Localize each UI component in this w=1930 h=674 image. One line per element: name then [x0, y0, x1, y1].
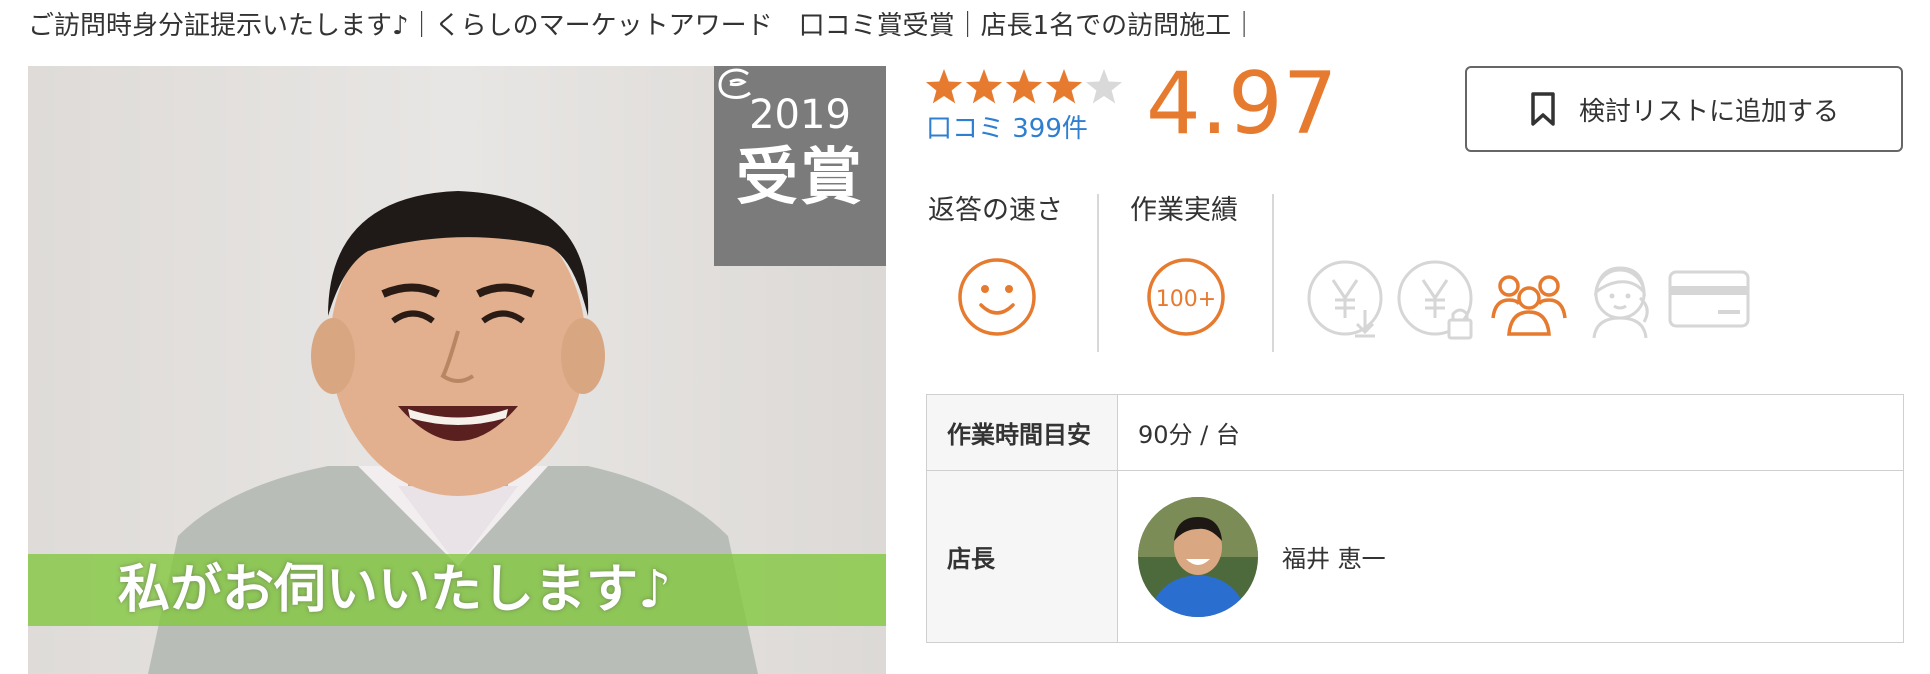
hero-banner-text: 私がお伺いいたします♪ — [118, 560, 672, 620]
manager-key: 店長 — [926, 470, 1118, 643]
yen-lock-icon — [1397, 260, 1473, 340]
manager-cell: 福井 恵一 — [1117, 470, 1904, 643]
100-plus-badge-text: 100+ — [1156, 287, 1216, 312]
work-time-value: 90分 / 台 — [1117, 394, 1904, 471]
credit-card-icon — [1668, 270, 1750, 328]
add-to-wishlist-label: 検討リストに追加する — [1578, 96, 1839, 127]
star-filled-icon — [1045, 69, 1083, 104]
work-record-heading: 作業実績 — [1130, 195, 1238, 226]
response-speed-heading: 返答の速さ — [928, 195, 1063, 226]
smiley-icon — [958, 258, 1036, 336]
female-staff-icon — [1592, 266, 1649, 339]
manager-avatar[interactable] — [1138, 496, 1258, 617]
star-filled-icon — [1005, 69, 1043, 104]
award-logo-icon — [718, 68, 751, 99]
manager-name: 福井 恵一 — [1282, 545, 1386, 573]
metric-divider — [1272, 194, 1274, 352]
rating-score: 4.97 — [1146, 54, 1338, 154]
shop-info-table: 作業時間目安 90分 / 台 店長 福井 恵一 — [926, 394, 1904, 643]
award-badge: 2019 受賞 — [714, 66, 886, 266]
award-year: 2019 — [749, 92, 851, 138]
yen-discount-icon — [1307, 260, 1383, 338]
shop-tagline: ご訪問時身分証提示いたします♪｜くらしのマーケットアワード 口コミ賞受賞｜店長1… — [28, 11, 1258, 41]
manager-photo — [1138, 496, 1258, 617]
bookmark-icon — [1531, 92, 1555, 126]
table-row: 作業時間目安 90分 / 台 — [926, 394, 1904, 471]
100-plus-badge-icon: 100+ — [1147, 258, 1225, 336]
review-count-link[interactable]: 口コミ 399件 — [926, 112, 1088, 146]
add-to-wishlist-button[interactable]: 検討リストに追加する — [1465, 66, 1903, 152]
work-time-key: 作業時間目安 — [926, 394, 1118, 471]
group-icon — [1491, 275, 1567, 336]
rating-stars — [925, 69, 1123, 104]
award-label: 受賞 — [735, 140, 864, 213]
hero-photo: 2019 受賞 私がお伺いいたします♪ — [28, 66, 886, 674]
table-row: 店長 福井 恵一 — [926, 470, 1904, 643]
star-filled-icon — [965, 69, 1003, 104]
star-filled-icon — [925, 69, 963, 104]
hero-banner: 私がお伺いいたします♪ — [28, 554, 886, 626]
star-empty-icon — [1085, 69, 1123, 104]
metric-divider — [1097, 194, 1099, 352]
